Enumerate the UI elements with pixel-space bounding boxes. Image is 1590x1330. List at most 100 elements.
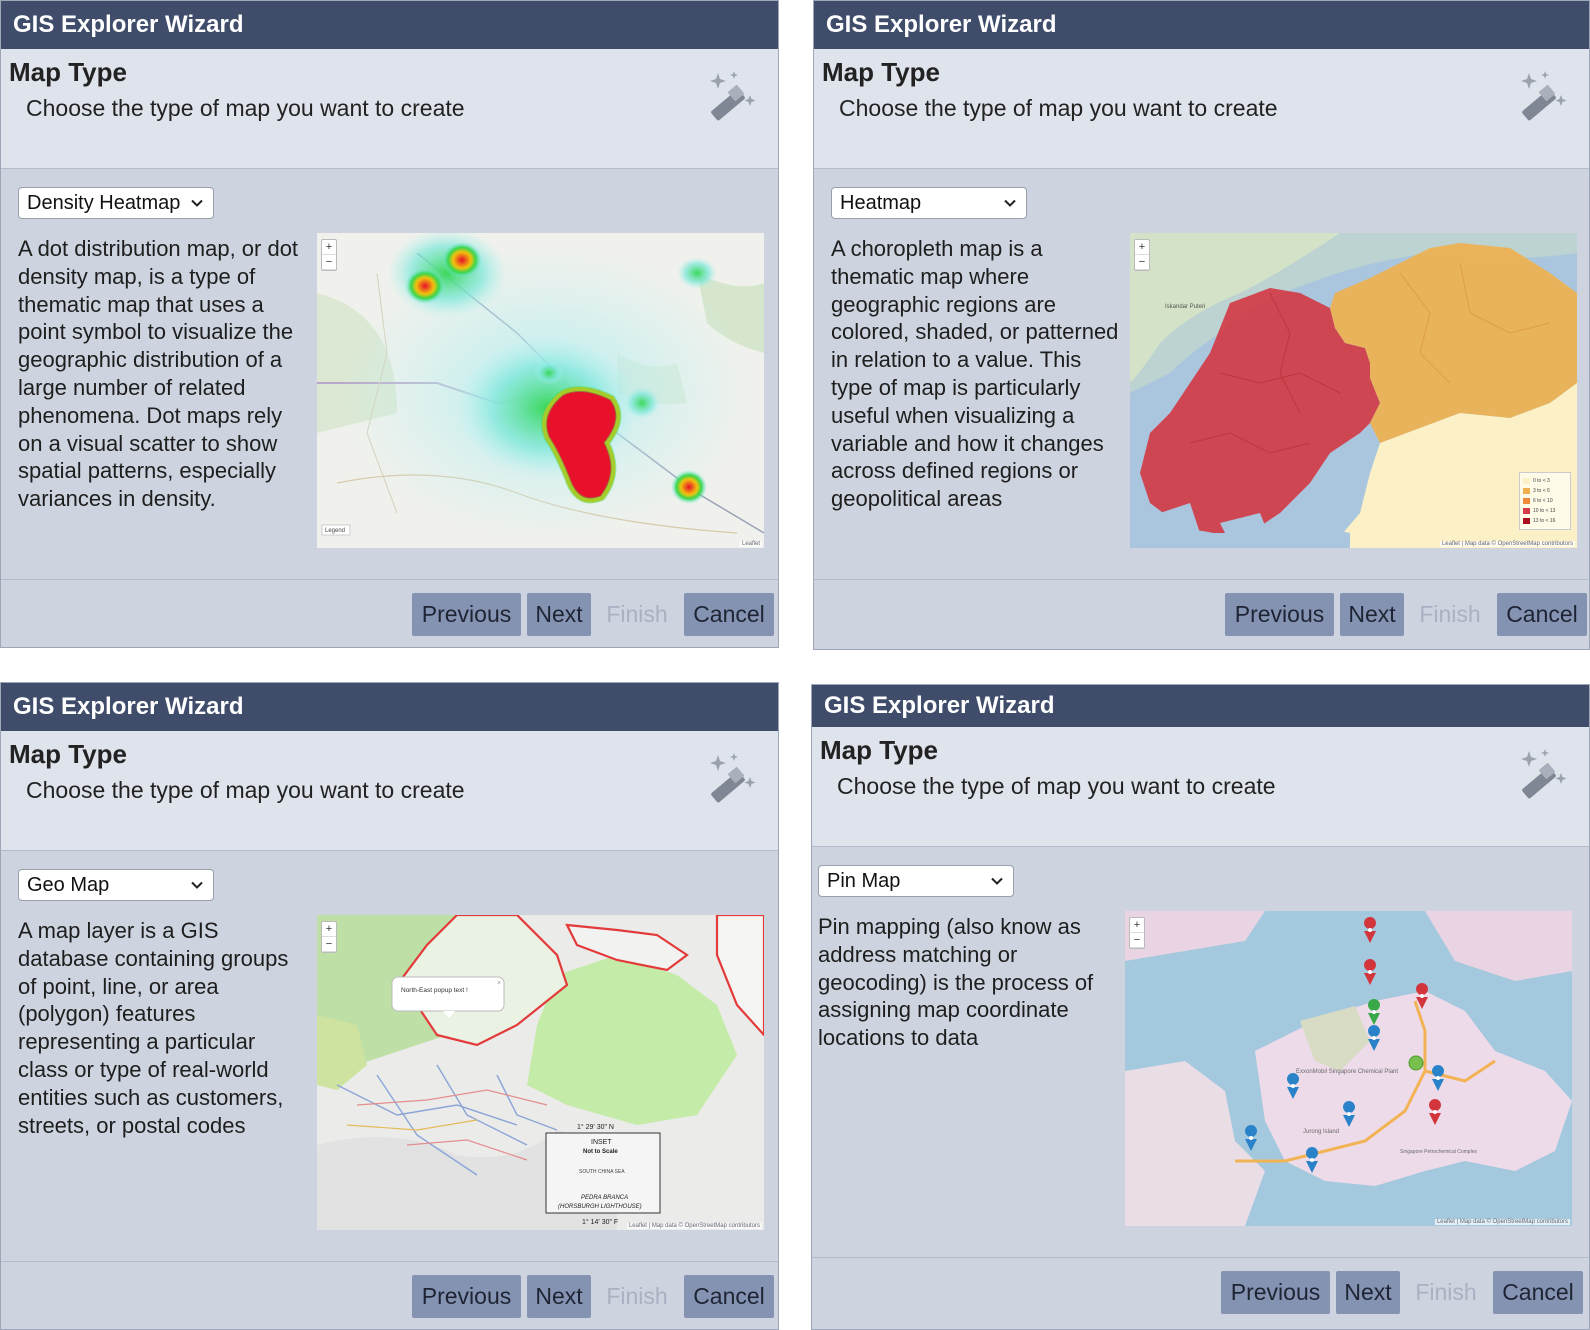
next-button[interactable]: Next [527,1275,591,1318]
inset-sea-label: SOUTH CHINA SEA [579,1169,625,1175]
choropleth-map-graphic: Iskandar Puteri [1130,233,1577,548]
finish-button[interactable]: Finish [597,1275,677,1318]
cancel-button[interactable]: Cancel [684,1275,774,1318]
magic-wand-icon [1521,71,1567,121]
map-zoom-control[interactable]: + − [321,239,337,271]
wizard-header: Map Type Choose the type of map you want… [1,49,778,169]
legend-item: 10 to < 13 [1523,506,1567,516]
map-zoom-control[interactable]: + − [321,921,337,953]
chevron-down-icon [191,881,203,889]
chevron-down-icon [1004,199,1016,207]
map-type-description: Pin mapping (also know as address matchi… [818,914,1094,1051]
previous-button[interactable]: Previous [412,593,521,636]
step-title: Map Type [9,57,127,87]
inset-subtitle: Not to Scale [583,1149,618,1155]
wizard-header: Map Type Choose the type of map you want… [1,731,778,851]
wizard-footer: Previous Next Finish Cancel [812,1257,1589,1329]
cancel-button[interactable]: Cancel [1493,1271,1583,1314]
magic-wand-icon [710,753,756,803]
wizard-window-density-heatmap: GIS Explorer Wizard Map Type Choose the … [0,0,779,648]
cancel-button[interactable]: Cancel [1497,593,1587,636]
inset-coordinate-top: 1° 29' 30" N [577,1123,614,1131]
window-title: GIS Explorer Wizard [1,1,778,49]
step-subtitle: Choose the type of map you want to creat… [26,777,465,803]
window-title: GIS Explorer Wizard [814,1,1589,49]
map-type-description: A dot distribution map, or dot density m… [18,236,299,512]
map-zoom-control[interactable]: + − [1129,917,1145,949]
map-type-select[interactable]: Geo Map [18,869,214,901]
next-button[interactable]: Next [1340,593,1404,636]
finish-button[interactable]: Finish [1406,1271,1486,1314]
map-type-description: A map layer is a GIS database containing… [18,918,289,1138]
map-preview[interactable]: Iskandar Puteri 0 to < 3 3 to < 6 6 to <… [1130,233,1577,548]
map-label: Jurong Island [1303,1129,1339,1135]
next-button[interactable]: Next [1336,1271,1400,1314]
map-type-select-value: Geo Map [27,874,110,896]
chevron-down-icon [991,877,1003,885]
magic-wand-icon [1521,749,1567,799]
finish-button[interactable]: Finish [597,593,677,636]
map-type-select-value: Density Heatmap [27,192,181,214]
wizard-body: Density Heatmap A dot distribution map, … [1,169,778,579]
step-title: Map Type [9,739,127,769]
map-type-select-value: Pin Map [827,870,901,892]
map-label: ExxonMobil Singapore Chemical Plant [1296,1069,1398,1075]
map-type-select-value: Heatmap [840,192,922,214]
map-preview[interactable]: Legend + − Leaflet [317,233,764,548]
step-subtitle: Choose the type of map you want to creat… [26,95,465,121]
zoom-in-icon[interactable]: + [1130,918,1144,933]
wizard-header: Map Type Choose the type of map you want… [814,49,1589,169]
window-title: GIS Explorer Wizard [1,683,778,731]
wizard-body: Heatmap A choropleth map is a thematic m… [814,169,1589,579]
step-title: Map Type [820,735,938,765]
map-legend: 0 to < 3 3 to < 6 6 to < 10 10 to < 13 1… [1519,472,1571,530]
map-attribution[interactable]: Leaflet | Map data © OpenStreetMap contr… [1434,1219,1570,1225]
map-legend-label: Legend [325,528,345,534]
heatmap-map-graphic: Legend [317,233,764,548]
zoom-out-icon[interactable]: − [1135,255,1149,270]
zoom-out-icon[interactable]: − [322,255,336,270]
previous-button[interactable]: Previous [1225,593,1334,636]
step-title: Map Type [822,57,940,87]
wizard-window-pin-map: GIS Explorer Wizard Map Type Choose the … [811,684,1590,1330]
geo-map-graphic: North-East popup text ! × 1° 29' 30" N I… [317,915,764,1230]
step-subtitle: Choose the type of map you want to creat… [839,95,1278,121]
inset-place-sublabel: (HORSBURGH LIGHTHOUSE) [558,1204,642,1210]
map-type-select[interactable]: Density Heatmap [18,187,214,219]
map-preview[interactable]: North-East popup text ! × 1° 29' 30" N I… [317,915,764,1230]
zoom-in-icon[interactable]: + [1135,240,1149,255]
map-popup-text: North-East popup text ! [401,987,468,994]
zoom-out-icon[interactable]: − [1130,933,1144,948]
legend-item: 6 to < 10 [1523,496,1567,506]
pin-map-graphic: ExxonMobil Singapore Chemical Plant Juro… [1125,911,1572,1226]
inset-place-label: PEDRA BRANCA [581,1195,628,1201]
map-attribution[interactable]: Leaflet | Map data © OpenStreetMap contr… [1439,541,1575,547]
svg-text:×: × [497,980,501,987]
map-preview[interactable]: ExxonMobil Singapore Chemical Plant Juro… [1125,911,1572,1226]
wizard-body: Pin Map Pin mapping (also know as addres… [812,847,1589,1257]
map-label: Singapore Petrochemical Complex [1400,1149,1477,1155]
zoom-out-icon[interactable]: − [322,937,336,952]
window-title: GIS Explorer Wizard [812,685,1589,727]
wizard-footer: Previous Next Finish Cancel [1,1261,778,1329]
next-button[interactable]: Next [527,593,591,636]
previous-button[interactable]: Previous [1221,1271,1330,1314]
map-zoom-control[interactable]: + − [1134,239,1150,271]
inset-coordinate-bottom: 1° 14' 30" F [582,1218,618,1226]
map-type-select[interactable]: Heatmap [831,187,1027,219]
cancel-button[interactable]: Cancel [684,593,774,636]
map-type-select[interactable]: Pin Map [818,865,1014,897]
previous-button[interactable]: Previous [412,1275,521,1318]
wizard-footer: Previous Next Finish Cancel [814,579,1589,649]
zoom-in-icon[interactable]: + [322,240,336,255]
map-attribution[interactable]: Leaflet | Map data © OpenStreetMap contr… [626,1223,762,1229]
map-attribution[interactable]: Leaflet [739,541,762,547]
legend-item: 0 to < 3 [1523,476,1567,486]
zoom-in-icon[interactable]: + [322,922,336,937]
wizard-window-geo-map: GIS Explorer Wizard Map Type Choose the … [0,682,779,1330]
finish-button[interactable]: Finish [1410,593,1490,636]
wizard-window-heatmap: GIS Explorer Wizard Map Type Choose the … [813,0,1590,650]
legend-item: 13 to < 16 [1523,516,1567,526]
chevron-down-icon [191,199,203,207]
wizard-footer: Previous Next Finish Cancel [1,579,778,647]
